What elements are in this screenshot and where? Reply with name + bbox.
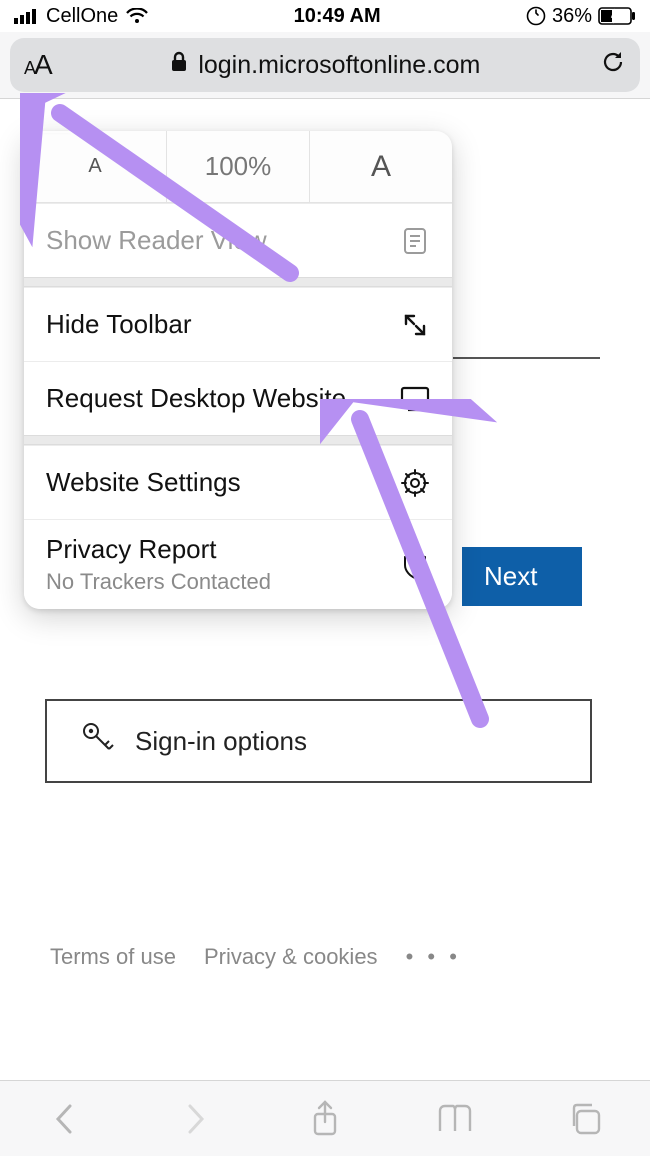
url-text: login.microsoftonline.com — [198, 51, 480, 80]
battery-percent: 36% — [552, 5, 592, 28]
rotation-lock-icon — [526, 6, 546, 26]
reader-view-row: Show Reader View — [24, 203, 452, 277]
back-button[interactable] — [35, 1094, 95, 1144]
separator — [24, 435, 452, 445]
popover-caret — [40, 131, 72, 133]
website-settings-label: Website Settings — [46, 467, 241, 498]
clock: 10:49 AM — [294, 5, 381, 28]
footer-links: Terms of use Privacy & cookies • • • — [0, 944, 650, 970]
forward-button — [165, 1094, 225, 1144]
zoom-out-button[interactable]: A — [24, 131, 167, 202]
expand-icon — [400, 310, 430, 340]
privacy-report-row[interactable]: Privacy Report No Trackers Contacted — [24, 519, 452, 609]
bottom-toolbar — [0, 1080, 650, 1156]
lock-icon — [170, 51, 188, 80]
desktop-icon — [400, 384, 430, 414]
wifi-icon — [126, 8, 148, 24]
terms-link[interactable]: Terms of use — [50, 944, 176, 970]
separator — [24, 277, 452, 287]
zoom-in-button[interactable]: A — [310, 131, 452, 202]
more-footer-button[interactable]: • • • — [406, 944, 461, 970]
website-settings-row[interactable]: Website Settings — [24, 445, 452, 519]
privacy-report-sub: No Trackers Contacted — [46, 569, 271, 595]
signin-options-label: Sign-in options — [135, 726, 307, 757]
privacy-report-label: Privacy Report — [46, 534, 271, 565]
reload-button[interactable] — [600, 48, 626, 83]
battery-icon — [598, 7, 636, 25]
shield-icon — [400, 550, 430, 580]
hide-toolbar-label: Hide Toolbar — [46, 309, 192, 340]
key-icon — [79, 719, 117, 764]
aa-popover: A 100% A Show Reader View Hide Toolbar R… — [24, 131, 452, 609]
next-button[interactable]: Next — [462, 547, 582, 606]
carrier-label: CellOne — [46, 5, 118, 28]
zoom-level[interactable]: 100% — [167, 131, 310, 202]
signin-options-button[interactable]: Sign-in options — [45, 699, 592, 783]
request-desktop-row[interactable]: Request Desktop Website — [24, 361, 452, 435]
reader-icon — [400, 226, 430, 256]
gear-icon — [400, 468, 430, 498]
share-button[interactable] — [295, 1094, 355, 1144]
privacy-link[interactable]: Privacy & cookies — [204, 944, 378, 970]
cellular-signal-icon — [14, 8, 38, 24]
reader-view-label: Show Reader View — [46, 225, 267, 256]
device-frame: CellOne 10:49 AM 36% AA login.microsofto… — [0, 0, 650, 1156]
hide-toolbar-row[interactable]: Hide Toolbar — [24, 287, 452, 361]
status-left: CellOne — [14, 5, 148, 28]
status-bar: CellOne 10:49 AM 36% — [0, 0, 650, 32]
status-right: 36% — [526, 5, 636, 28]
tabs-button[interactable] — [555, 1094, 615, 1144]
text-size-button[interactable]: AA — [24, 49, 51, 81]
bookmarks-button[interactable] — [425, 1094, 485, 1144]
divider-line — [453, 357, 600, 359]
browser-chrome-top: AA login.microsoftonline.com — [0, 32, 650, 99]
zoom-row: A 100% A — [24, 131, 452, 203]
address-bar[interactable]: AA login.microsoftonline.com — [10, 38, 640, 92]
request-desktop-label: Request Desktop Website — [46, 383, 346, 414]
url-display[interactable]: login.microsoftonline.com — [65, 51, 586, 80]
page-content: Next Sign-in options Terms of use Privac… — [0, 99, 650, 1080]
